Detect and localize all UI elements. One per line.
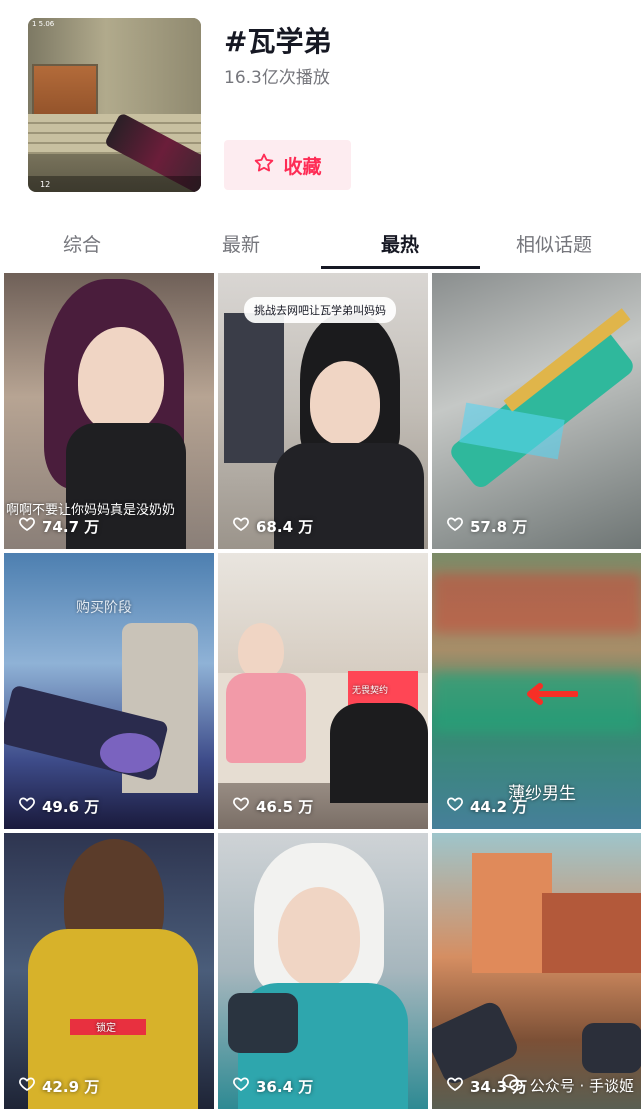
cover-hud-top: 1 5.06 [32, 20, 55, 28]
video-card[interactable]: 34.3 万 公众号 · 手谈姬 [432, 833, 641, 1109]
star-outline-icon [253, 152, 275, 179]
video-card[interactable]: 薄纱男生 44.2 万 [432, 553, 641, 829]
thumbnail-glow [100, 733, 160, 773]
heart-outline-icon [18, 1075, 36, 1097]
like-count-value: 49.6 万 [42, 797, 100, 816]
watermark: 公众号 · 手谈姬 [501, 1073, 634, 1097]
tab-hottest[interactable]: 最热 [381, 230, 419, 257]
video-card[interactable]: 锁定 42.9 万 [4, 833, 214, 1109]
video-card[interactable]: 36.4 万 [218, 833, 428, 1109]
video-card[interactable]: 啊啊不要让你妈妈真是没奶奶 74.7 万 [4, 273, 214, 549]
heart-outline-icon [446, 1075, 464, 1097]
like-count: 44.2 万 [446, 795, 527, 817]
watermark-text: 公众号 · 手谈姬 [529, 1076, 634, 1095]
heart-outline-icon [232, 795, 250, 817]
tab-similar-topics[interactable]: 相似话题 [516, 230, 592, 257]
video-overlay-text: 购买阶段 [76, 600, 132, 616]
heart-outline-icon [446, 515, 464, 537]
like-count: 74.7 万 [18, 515, 99, 537]
like-count-value: 36.4 万 [256, 1077, 314, 1096]
active-tab-indicator [321, 266, 480, 269]
like-count: 57.8 万 [446, 515, 527, 537]
heart-outline-icon [232, 515, 250, 537]
topic-cover-image[interactable]: 1 5.06 12 [28, 18, 201, 192]
thumbnail-face [310, 361, 380, 445]
heart-outline-icon [18, 515, 36, 537]
like-count-value: 68.4 万 [256, 517, 314, 536]
thumbnail-roof [542, 893, 641, 973]
video-thumbnail [432, 573, 641, 633]
video-card[interactable]: 购买阶段 49.6 万 [4, 553, 214, 829]
like-count-value: 46.5 万 [256, 797, 314, 816]
arrow-left-icon [527, 683, 578, 705]
thumbnail-body [330, 703, 428, 803]
thumbnail-scarf [228, 993, 298, 1053]
heart-outline-icon [446, 795, 464, 817]
thumbnail-outfit [226, 673, 306, 763]
like-count-value: 42.9 万 [42, 1077, 100, 1096]
tab-latest[interactable]: 最新 [222, 230, 260, 257]
collect-label: 收藏 [283, 155, 322, 178]
play-count: 16.3亿次播放 [224, 68, 330, 88]
wechat-icon [501, 1073, 524, 1097]
like-count: 46.5 万 [232, 795, 313, 817]
tab-general[interactable]: 综合 [63, 230, 101, 257]
like-count-value: 44.2 万 [470, 797, 528, 816]
video-overlay-text: 锁定 [96, 1023, 116, 1034]
topic-tabs: 综合 最新 最热 相似话题 [0, 222, 641, 270]
video-card[interactable]: 57.8 万 [432, 273, 641, 549]
like-count: 36.4 万 [232, 1075, 313, 1097]
topic-title: #瓦学弟 [224, 25, 332, 58]
collect-button[interactable]: 收藏 [224, 140, 351, 190]
heart-outline-icon [232, 1075, 250, 1097]
video-thumbnail [224, 313, 284, 463]
like-count: 68.4 万 [232, 515, 313, 537]
like-count-value: 57.8 万 [470, 517, 528, 536]
cover-hud-bottom: 12 [28, 176, 201, 192]
thumbnail-face [238, 623, 284, 679]
video-thumbnail [472, 853, 552, 973]
thumbnail-hand-right [582, 1023, 641, 1073]
video-overlay-text: 挑战去网吧让瓦学弟叫妈妈 [244, 297, 396, 323]
video-card[interactable]: 无畏契约 46.5 万 [218, 553, 428, 829]
like-count-value: 74.7 万 [42, 517, 100, 536]
thumbnail-face [78, 327, 164, 433]
like-count: 49.6 万 [18, 795, 99, 817]
cover-hud-ammo: 12 [40, 179, 51, 189]
like-count: 42.9 万 [18, 1075, 99, 1097]
heart-outline-icon [18, 795, 36, 817]
thumbnail-face [278, 887, 360, 987]
video-card[interactable]: 挑战去网吧让瓦学弟叫妈妈 68.4 万 [218, 273, 428, 549]
video-overlay-text: 无畏契约 [352, 686, 389, 696]
